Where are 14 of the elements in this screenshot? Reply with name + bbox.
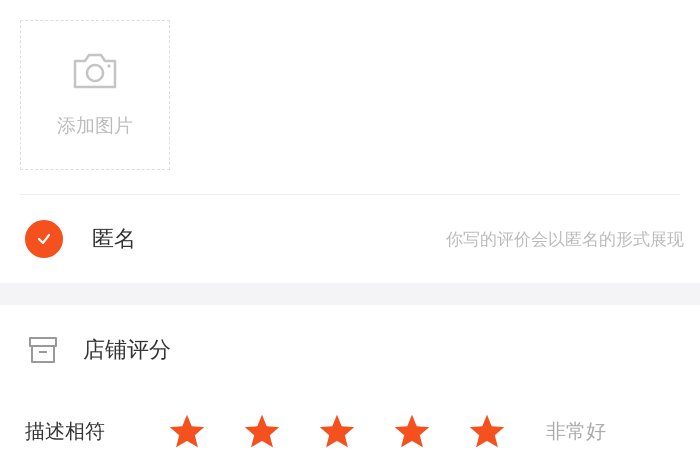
star-icon[interactable] [168,413,206,449]
anonymous-hint: 你写的评价会以匿名的形式展现 [446,228,684,250]
star-icon[interactable] [318,413,356,449]
store-rating-title: 店铺评分 [83,337,171,365]
star-icon[interactable] [393,413,431,449]
store-icon [27,335,59,365]
rating-label: 描述相符 [25,418,106,444]
anonymous-checkbox[interactable] [25,220,63,258]
rating-verdict: 非常好 [546,418,606,444]
add-image-button[interactable]: 添加图片 [20,20,170,170]
anonymous-label: 匿名 [92,226,136,254]
star-icon[interactable] [243,413,281,449]
camera-icon [71,51,119,91]
star-icon[interactable] [468,413,506,449]
